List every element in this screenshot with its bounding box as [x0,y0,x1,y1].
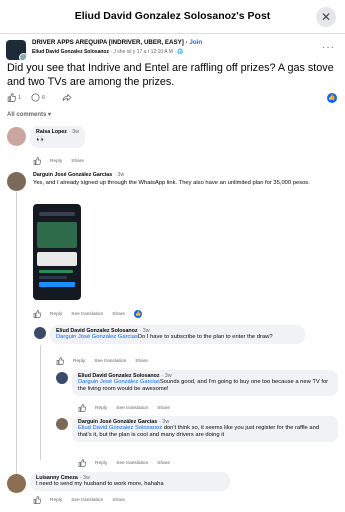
thumbs-up-icon[interactable] [33,496,41,504]
reaction-badge-icon[interactable]: 👍 [327,93,337,103]
post-comment-button[interactable]: 6 [31,93,45,102]
avatar[interactable] [7,474,26,493]
more-options-icon[interactable]: ··· [322,42,335,53]
thumbs-up-icon[interactable] [78,459,86,467]
comment-count: 6 [42,94,46,101]
mention-link[interactable]: Darguin José González Garcias [56,334,138,340]
post-timestamp[interactable]: · J she isl y 17 a t 12:10 A M · [110,49,176,55]
share-icon [62,93,72,102]
close-icon[interactable]: ✕ [316,7,336,27]
thumbs-up-icon[interactable] [56,357,64,365]
comment-filter-dropdown[interactable]: All comments ▾ [7,111,51,118]
see-translation-link[interactable]: See translation [116,406,148,411]
share-button[interactable]: Share [112,498,125,503]
comment-actions: Reply See translation Share [56,357,148,365]
reaction-badge-icon[interactable]: 👍 [134,310,143,318]
see-translation-link[interactable]: See translation [116,461,148,466]
thread-line [16,192,17,482]
reply-button[interactable]: Reply [50,312,62,317]
post-like-button[interactable]: 1 [7,93,21,102]
dialog-title: Eliud David Gonzalez Solosanoz's Post [74,10,271,22]
comment-bubble: Eliud David Gonzalez Solosanoz · 3w Dargu… [72,370,338,396]
comment-actions: Reply See translation Share 👍 [33,310,143,318]
chevron-down-icon: ▾ [48,112,52,118]
share-button[interactable]: Share [157,461,170,466]
comment-actions: Reply See translation Share [78,404,170,412]
comment-bubble: Luisanny Cmeza · 3w I need to send my hus… [30,472,230,491]
reply-button[interactable]: Reply [95,406,107,411]
post-action-bar: 1 6 👍 [7,93,337,105]
like-count: 1 [18,94,22,101]
reply-button[interactable]: Reply [50,159,62,164]
see-translation-link[interactable]: See translation [71,312,103,317]
post-dialog-header: Eliud David Gonzalez Solosanoz's Post ✕ [0,0,345,34]
globe-icon: 🌐 [177,49,184,55]
comment-time[interactable]: · 3w [114,172,124,178]
avatar[interactable] [56,372,68,384]
group-avatar[interactable] [6,40,26,60]
comment-bubble: Darguin José González Garcias · 3w Eliud … [72,416,338,442]
share-button[interactable]: Share [71,159,84,164]
comment-actions: Reply See translation Share [78,459,170,467]
reply-button[interactable]: Reply [50,498,62,503]
join-group-link[interactable]: Join [189,39,202,46]
thread-line [40,345,41,460]
share-button[interactable]: Share [157,406,170,411]
thumbs-up-icon[interactable] [33,310,41,318]
comment-text: Yes, and I already signed up through the… [33,180,310,186]
post-author-row: DRIVER APPS AREQUIPA [INDRIVER, UBER, EA… [6,38,339,62]
thumbs-up-icon[interactable] [33,157,41,165]
avatar[interactable] [7,127,26,146]
comment-attachment-image[interactable] [33,204,81,300]
reply-button[interactable]: Reply [73,359,85,364]
share-button[interactable]: Share [135,359,148,364]
thumbs-up-icon[interactable] [78,404,86,412]
comment-bubble: Eliud David Gonzalez Solosanoz · 3w Dargu… [50,325,305,344]
mention-link[interactable]: Darguin José González Garcias [78,379,160,385]
post-share-button[interactable] [62,93,72,102]
post-body-text: Did you see that Indrive and Entel are r… [7,62,334,88]
comment-text: I need to send my husband to work more, … [36,481,164,487]
comment-actions: Reply See translation Share [33,496,125,504]
reply-button[interactable]: Reply [95,461,107,466]
comment-actions: Reply Share [33,157,84,165]
share-button[interactable]: Share [112,312,125,317]
comment-icon [31,93,40,102]
comment-time[interactable]: · 3w [69,129,79,135]
avatar[interactable] [56,418,68,430]
group-name-link[interactable]: DRIVER APPS AREQUIPA [INDRIVER, UBER, EA… [32,39,184,46]
separator-dot: · [185,39,188,46]
comment-content: Darguin José González Garcias · 3w Yes, a… [33,172,338,187]
comment-text: 👀 [36,135,46,144]
avatar[interactable] [34,327,46,339]
comment-filter-label: All comments [7,112,47,118]
avatar[interactable] [7,172,26,191]
author-avatar[interactable] [19,53,26,60]
comment-text: Do I have to subscribe to the plan to en… [137,334,273,340]
post-author-name[interactable]: Eliud David Gonzalez Solosanoz [32,49,109,55]
see-translation-link[interactable]: See translation [94,359,126,364]
mention-link[interactable]: Eliud David Gonzalez Solosanoz [78,425,162,431]
commenter-name[interactable]: Darguin José González Garcias [33,172,112,178]
thumbs-up-icon [7,93,16,102]
comment-bubble: Raisa Lopez · 3w 👀 [30,126,85,148]
see-translation-link[interactable]: See translation [71,498,103,503]
